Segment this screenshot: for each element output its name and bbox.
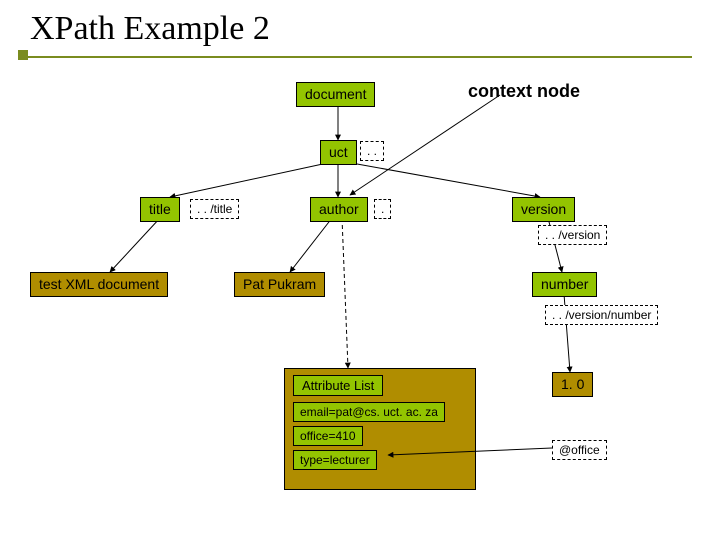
attr-email: email=pat@cs. uct. ac. za <box>293 402 445 422</box>
attr-type: type=lecturer <box>293 450 377 470</box>
attribute-list-heading: Attribute List <box>293 375 383 396</box>
xpath-self: . <box>374 199 391 219</box>
xpath-title: . . /title <box>190 199 239 219</box>
node-number: number <box>532 272 597 297</box>
context-node-label: context node <box>460 78 588 106</box>
attr-office: office=410 <box>293 426 363 446</box>
leaf-one-zero: 1. 0 <box>552 372 593 397</box>
slide-title: XPath Example 2 <box>30 10 270 48</box>
node-document: document <box>296 82 375 107</box>
node-author: author <box>310 197 368 222</box>
node-version: version <box>512 197 575 222</box>
node-title: title <box>140 197 180 222</box>
attribute-list-container: Attribute List email=pat@cs. uct. ac. za… <box>284 368 476 490</box>
title-underline <box>28 56 692 58</box>
leaf-pat-pukram: Pat Pukram <box>234 272 325 297</box>
xpath-version-number: . . /version/number <box>545 305 658 325</box>
xpath-version: . . /version <box>538 225 607 245</box>
xpath-office-attr: @office <box>552 440 607 460</box>
xpath-parent: . . <box>360 141 384 161</box>
node-uct: uct <box>320 140 357 165</box>
leaf-test-xml: test XML document <box>30 272 168 297</box>
